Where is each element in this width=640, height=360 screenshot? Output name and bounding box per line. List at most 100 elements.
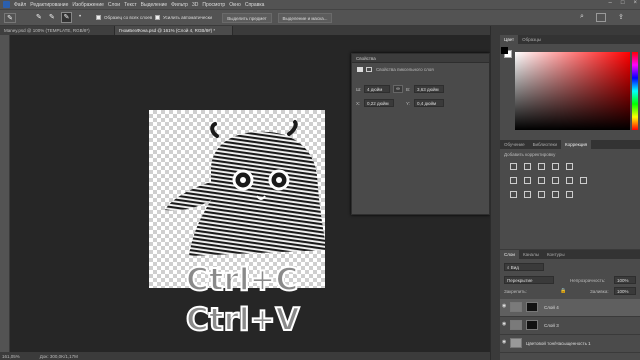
document-tab-bar: Maney.psd @ 100% (TEMPLATE, RGB/8*) Гном…	[0, 26, 490, 35]
filter-value: Вид	[510, 265, 519, 270]
visibility-eye-icon[interactable]: ◉	[502, 339, 506, 345]
lock-label: Закрепить:	[504, 289, 527, 294]
brush-subtract-icon[interactable]: ✎	[61, 12, 72, 23]
black-white-icon[interactable]	[538, 177, 545, 184]
mask-icon[interactable]	[366, 67, 372, 72]
brightness-contrast-icon[interactable]	[510, 163, 517, 170]
y-field[interactable]: 0,4 дюйм	[414, 99, 444, 107]
menu-3d[interactable]: 3D	[192, 2, 198, 8]
menu-edit[interactable]: Редактирование	[30, 2, 68, 8]
layer-row[interactable]: ◉ Цветовой тон/Насыщенность 1	[500, 335, 640, 353]
tab-libraries[interactable]: Библиотеки	[529, 140, 561, 149]
hue-saturation-icon[interactable]	[510, 177, 517, 184]
color-panel-tabs: Цвет Образцы	[500, 35, 640, 44]
menu-layers[interactable]: Слои	[108, 2, 120, 8]
posterize-icon[interactable]	[524, 191, 531, 198]
invert-icon[interactable]	[510, 191, 517, 198]
x-field[interactable]: 0,22 дюйм	[364, 99, 394, 107]
adjustments-panel: Добавить корректировку	[500, 149, 640, 249]
tab-channels[interactable]: Каналы	[519, 250, 543, 259]
layer-name[interactable]: Слой 3	[544, 323, 559, 328]
opacity-field[interactable]: 100%	[614, 276, 636, 284]
auto-enhance-checkbox[interactable]	[155, 15, 160, 20]
color-balance-icon[interactable]	[524, 177, 531, 184]
tab-adjustments[interactable]: Коррекция	[560, 140, 592, 149]
blend-mode-select[interactable]: Перекрытие	[504, 276, 554, 284]
select-and-mask-button[interactable]: Выделение и маска...	[278, 13, 332, 23]
visibility-eye-icon[interactable]: ◉	[502, 303, 506, 309]
options-bar: ✎ ✎ ✎ ✎ • Образец со всех слоев Усилить …	[0, 9, 640, 26]
fill-field[interactable]: 100%	[614, 287, 636, 295]
tab-paths[interactable]: Контуры	[543, 250, 569, 259]
menu-file[interactable]: Файл	[14, 2, 26, 8]
menu-type[interactable]: Текст	[124, 2, 137, 8]
threshold-icon[interactable]	[538, 191, 545, 198]
levels-icon[interactable]	[524, 163, 531, 170]
background-color-swatch[interactable]	[501, 47, 508, 54]
lock-icon[interactable]: 🔒	[560, 288, 566, 294]
layer-row[interactable]: ◉ Слой 3	[500, 317, 640, 335]
vibrance-icon[interactable]	[566, 163, 573, 170]
color-panel	[500, 44, 640, 144]
properties-title[interactable]: Свойства	[352, 54, 489, 63]
select-subject-button[interactable]: Выделить предмет	[222, 13, 272, 23]
adjustment-layer-icon	[510, 338, 522, 348]
selective-color-icon[interactable]	[552, 191, 559, 198]
height-field[interactable]: 3,63 дюйм	[414, 85, 444, 93]
tab-layers[interactable]: Слои	[500, 250, 519, 259]
layer-name[interactable]: Слой 4	[544, 305, 559, 310]
width-field[interactable]: 4 дюйм	[364, 85, 390, 93]
hotkey-paste-text: Ctrl+V	[185, 301, 300, 339]
link-icon[interactable]: ∞	[393, 85, 403, 93]
tab-color[interactable]: Цвет	[500, 35, 519, 44]
share-icon[interactable]: ⇪	[618, 13, 624, 21]
color-lookup-icon[interactable]	[580, 177, 587, 184]
workspace-icon[interactable]	[596, 13, 606, 22]
adjustment-icons-row-1	[510, 163, 573, 170]
menu-filter[interactable]: Фильтр	[171, 2, 188, 8]
tab-label: Maney.psd @ 100% (TEMPLATE, RGB/8*)	[4, 28, 90, 33]
menu-select[interactable]: Выделение	[141, 2, 168, 8]
quick-select-tool-icon[interactable]: ✎	[4, 13, 16, 23]
tab-learn[interactable]: Обучение	[500, 140, 529, 149]
fill-label: Заливка:	[590, 289, 609, 294]
minimize-icon[interactable]: –	[609, 0, 612, 6]
properties-subtitle: Свойства пиксельного слоя	[376, 67, 434, 72]
brush-new-icon[interactable]: ✎	[36, 13, 45, 23]
layers-panel: ⌕ Вид Перекрытие Непрозрачность: 100% За…	[500, 259, 640, 360]
photoshop-logo-icon[interactable]	[3, 1, 10, 8]
visibility-eye-icon[interactable]: ◉	[502, 321, 506, 327]
tab-gnome-psd[interactable]: ГномБезФона.psd @ 161% (Слой 4, RGB/8#) …	[115, 26, 233, 35]
tab-maney-psd[interactable]: Maney.psd @ 100% (TEMPLATE, RGB/8*)	[0, 26, 115, 35]
auto-enhance-label: Усилить автоматически	[163, 15, 213, 20]
menu-window[interactable]: Окно	[229, 2, 241, 8]
brush-size-icon[interactable]: •	[79, 14, 89, 22]
search-icon[interactable]: ⌕	[580, 13, 584, 21]
x-label: X:	[356, 101, 361, 106]
menu-help[interactable]: Справка	[245, 2, 265, 8]
curves-icon[interactable]	[538, 163, 545, 170]
adjustment-icons-row-2	[510, 177, 587, 184]
channel-mixer-icon[interactable]	[566, 177, 573, 184]
exposure-icon[interactable]	[552, 163, 559, 170]
zoom-level[interactable]: 161,05%	[2, 354, 20, 359]
document-size: Док: 300,0K/1,17M	[39, 353, 78, 359]
layer-mask-thumbnail	[526, 320, 538, 330]
close-icon[interactable]: ×	[633, 0, 637, 6]
sample-all-checkbox[interactable]	[96, 15, 101, 20]
gradient-map-icon[interactable]	[566, 191, 573, 198]
layer-name[interactable]: Цветовой тон/Насыщенность 1	[526, 341, 591, 346]
brush-add-icon[interactable]: ✎	[49, 13, 58, 23]
tab-swatches[interactable]: Образцы	[518, 35, 545, 44]
photo-filter-icon[interactable]	[552, 177, 559, 184]
height-label: В:	[406, 87, 411, 92]
layer-filter-select[interactable]: ⌕ Вид	[504, 263, 544, 271]
color-field[interactable]	[515, 52, 630, 130]
menu-image[interactable]: Изображение	[72, 2, 104, 8]
right-panel-column: Цвет Образцы Обучение Библиотеки Коррекц…	[500, 26, 640, 360]
hue-slider[interactable]	[632, 52, 638, 130]
maximize-icon[interactable]: □	[621, 0, 625, 6]
menu-view[interactable]: Просмотр	[202, 2, 225, 8]
properties-panel: Свойства Свойства пиксельного слоя Ш: 4 …	[351, 53, 490, 215]
layer-row-selected[interactable]: ◉ Слой 4	[500, 299, 640, 317]
